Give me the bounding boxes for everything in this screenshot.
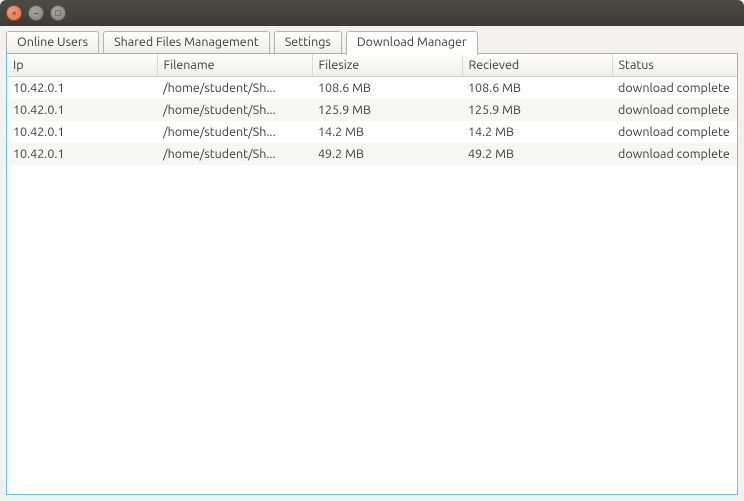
titlebar[interactable]: × – □ xyxy=(0,0,744,26)
cell-filesize: 108.6 MB xyxy=(312,77,462,99)
cell-filename: /home/student/Sh... xyxy=(157,143,312,165)
cell-filename: /home/student/Sh... xyxy=(157,121,312,143)
cell-ip: 10.42.0.1 xyxy=(7,77,157,99)
cell-status: download complete xyxy=(612,143,737,165)
col-header-recieved[interactable]: Recieved xyxy=(462,54,612,77)
cell-filesize: 125.9 MB xyxy=(312,99,462,121)
minimize-glyph: – xyxy=(34,8,38,18)
maximize-glyph: □ xyxy=(55,8,60,18)
app-window: × – □ Online Users Shared Files Manageme… xyxy=(0,0,744,501)
tab-bar: Online Users Shared Files Management Set… xyxy=(6,30,738,54)
content-area: Online Users Shared Files Management Set… xyxy=(0,26,744,501)
cell-filesize: 14.2 MB xyxy=(312,121,462,143)
downloads-table: Ip Filename Filesize Recieved Status 10.… xyxy=(7,54,737,165)
cell-ip: 10.42.0.1 xyxy=(7,99,157,121)
tab-online-users[interactable]: Online Users xyxy=(6,31,99,55)
cell-recieved: 108.6 MB xyxy=(462,77,612,99)
cell-filename: /home/student/Sh... xyxy=(157,77,312,99)
cell-ip: 10.42.0.1 xyxy=(7,121,157,143)
col-header-filename[interactable]: Filename xyxy=(157,54,312,77)
download-manager-panel: Ip Filename Filesize Recieved Status 10.… xyxy=(6,53,738,495)
cell-ip: 10.42.0.1 xyxy=(7,143,157,165)
close-icon[interactable]: × xyxy=(6,5,22,21)
cell-status: download complete xyxy=(612,77,737,99)
table-row[interactable]: 10.42.0.1/home/student/Sh...14.2 MB14.2 … xyxy=(7,121,737,143)
col-header-filesize[interactable]: Filesize xyxy=(312,54,462,77)
cell-recieved: 49.2 MB xyxy=(462,143,612,165)
minimize-icon[interactable]: – xyxy=(28,5,44,21)
cell-filename: /home/student/Sh... xyxy=(157,99,312,121)
cell-status: download complete xyxy=(612,99,737,121)
col-header-ip[interactable]: Ip xyxy=(7,54,157,77)
table-row[interactable]: 10.42.0.1/home/student/Sh...108.6 MB108.… xyxy=(7,77,737,99)
table-header-row: Ip Filename Filesize Recieved Status xyxy=(7,54,737,77)
tab-shared-files[interactable]: Shared Files Management xyxy=(103,31,270,55)
maximize-icon[interactable]: □ xyxy=(50,5,66,21)
tab-settings[interactable]: Settings xyxy=(274,31,342,55)
col-header-status[interactable]: Status xyxy=(612,54,737,77)
tab-download-manager[interactable]: Download Manager xyxy=(346,31,478,55)
close-glyph: × xyxy=(11,8,16,18)
cell-filesize: 49.2 MB xyxy=(312,143,462,165)
cell-recieved: 125.9 MB xyxy=(462,99,612,121)
cell-recieved: 14.2 MB xyxy=(462,121,612,143)
cell-status: download complete xyxy=(612,121,737,143)
table-row[interactable]: 10.42.0.1/home/student/Sh...49.2 MB49.2 … xyxy=(7,143,737,165)
table-row[interactable]: 10.42.0.1/home/student/Sh...125.9 MB125.… xyxy=(7,99,737,121)
